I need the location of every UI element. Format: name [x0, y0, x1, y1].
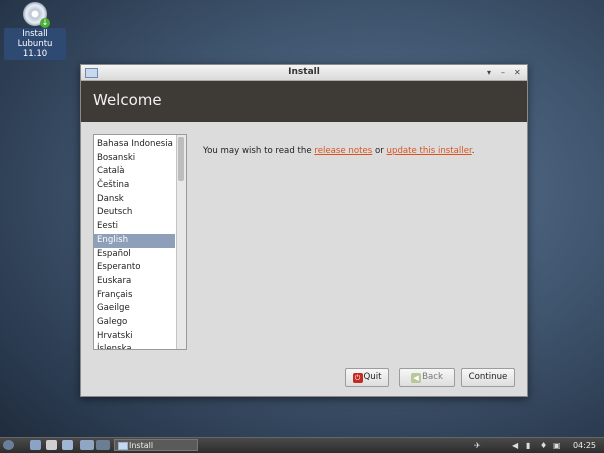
battery-icon[interactable]: ▮ [526, 440, 530, 451]
scrollbar-thumb[interactable] [178, 137, 184, 181]
quit-label: Quit [363, 372, 382, 382]
power-icon: ⏻ [352, 373, 363, 383]
window-menu-button[interactable]: ▾ [487, 65, 491, 80]
welcome-banner: Welcome [81, 81, 527, 122]
clock: 04:25 [572, 441, 596, 450]
language-items: Bahasa Indonesia Bosanski Català Čeština Dan… [94, 135, 186, 349]
language-item[interactable]: Gaeilge [94, 302, 175, 316]
language-item[interactable]: Bahasa Indonesia [94, 138, 175, 152]
desktop-install-icon[interactable]: ↓ Install Lubuntu 11.10 [4, 2, 66, 60]
network-icon[interactable]: ✈ [474, 440, 481, 451]
show-desktop-icon[interactable] [62, 440, 73, 450]
language-item[interactable]: Euskara [94, 275, 175, 289]
task-label: Install [129, 441, 154, 450]
desktop-icon-label: Install Lubuntu 11.10 [4, 28, 66, 60]
window-title: Install [288, 67, 320, 77]
intro-prefix: You may wish to read the [203, 146, 315, 156]
cd-icon: ↓ [23, 2, 50, 28]
update-installer-link[interactable]: update this installer [387, 146, 472, 156]
install-arrow-icon: ↓ [40, 18, 50, 28]
page-title: Welcome [93, 91, 162, 109]
language-item[interactable]: Español [94, 248, 175, 262]
browser-icon[interactable] [46, 440, 57, 450]
file-manager-icon[interactable] [30, 440, 41, 450]
desktop-icon-label-line1: Install [22, 29, 48, 39]
language-item[interactable]: Eesti [94, 220, 175, 234]
back-button[interactable]: ◀ Back [399, 368, 455, 387]
language-item[interactable]: Galego [94, 316, 175, 330]
desktop-icon-label-line2: Lubuntu 11.10 [17, 39, 53, 59]
taskbar: Install ✈ ◀ ▮ ♦ ▣ 04:25 [0, 437, 604, 453]
continue-label: Continue [468, 372, 508, 382]
intro-middle: or [372, 146, 387, 156]
language-item[interactable]: Esperanto [94, 261, 175, 275]
quit-button[interactable]: ⏻ Quit [345, 368, 389, 387]
intro-text: You may wish to read the release notes o… [203, 146, 474, 156]
language-item[interactable]: Íslenska [94, 343, 175, 349]
language-item[interactable]: Dansk [94, 193, 175, 207]
language-item[interactable]: Français [94, 289, 175, 303]
title-bar[interactable]: Install ▾ – ✕ [81, 65, 527, 81]
volume-icon[interactable]: ◀ [512, 440, 518, 451]
start-menu-icon[interactable] [3, 440, 14, 450]
language-item[interactable]: Hrvatski [94, 330, 175, 344]
taskbar-item-install[interactable]: Install [114, 439, 198, 451]
language-item[interactable]: English [94, 233, 175, 248]
update-icon[interactable]: ♦ [540, 440, 547, 451]
continue-button[interactable]: Continue [461, 368, 515, 387]
language-item[interactable]: Deutsch [94, 206, 175, 220]
installer-window: Install ▾ – ✕ Welcome Bahasa Indonesia Bo… [80, 64, 528, 397]
language-item[interactable]: Čeština [94, 179, 175, 193]
lock-icon[interactable]: ▣ [553, 440, 561, 451]
back-arrow-icon: ◀ [411, 373, 422, 383]
minimize-button[interactable]: – [501, 65, 505, 80]
language-item[interactable]: Bosanski [94, 152, 175, 166]
workspace-1-icon[interactable] [80, 440, 94, 450]
task-window-icon [118, 442, 128, 450]
release-notes-link[interactable]: release notes [314, 146, 372, 156]
workspace-2-icon[interactable] [96, 440, 110, 450]
language-list[interactable]: Bahasa Indonesia Bosanski Català Čeština Dan… [93, 134, 187, 350]
language-list-scrollbar[interactable] [176, 135, 186, 349]
intro-suffix: . [471, 146, 475, 156]
back-label: Back [422, 372, 443, 382]
close-button[interactable]: ✕ [514, 65, 521, 80]
language-item[interactable]: Català [94, 165, 175, 179]
